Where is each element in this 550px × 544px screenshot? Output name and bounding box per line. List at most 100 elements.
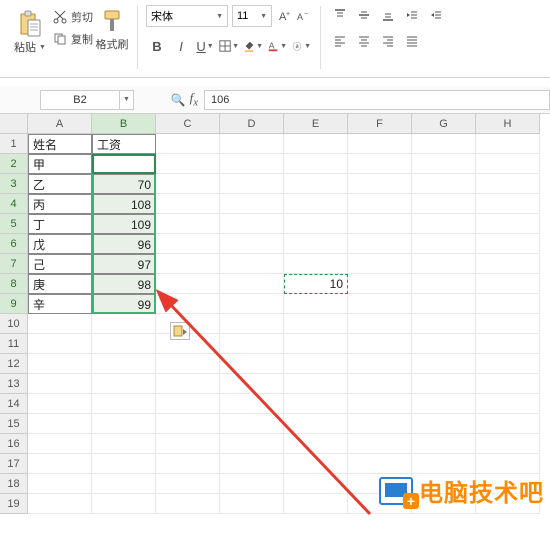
cell[interactable]: [28, 494, 92, 514]
cell[interactable]: [220, 174, 284, 194]
cell[interactable]: [476, 294, 540, 314]
align-right-button[interactable]: [377, 30, 399, 52]
align-top-button[interactable]: [329, 4, 351, 26]
cell[interactable]: [156, 394, 220, 414]
column-header[interactable]: H: [476, 114, 540, 134]
data-cell[interactable]: 乙: [28, 174, 92, 194]
cell[interactable]: [220, 214, 284, 234]
data-cell[interactable]: 戊: [28, 234, 92, 254]
row-header[interactable]: 11: [0, 334, 28, 354]
cell[interactable]: [476, 374, 540, 394]
cell[interactable]: [156, 214, 220, 234]
cell[interactable]: [28, 474, 92, 494]
row-header[interactable]: 9: [0, 294, 28, 314]
cell[interactable]: [348, 434, 412, 454]
cell[interactable]: [412, 214, 476, 234]
font-color-button[interactable]: A ▼: [266, 35, 288, 57]
cell[interactable]: [220, 434, 284, 454]
cell[interactable]: [156, 354, 220, 374]
cell[interactable]: [412, 314, 476, 334]
data-cell[interactable]: 99: [92, 294, 156, 314]
cell[interactable]: [220, 354, 284, 374]
cell[interactable]: [220, 394, 284, 414]
column-header[interactable]: C: [156, 114, 220, 134]
cell[interactable]: [348, 314, 412, 334]
cell[interactable]: [92, 354, 156, 374]
cell[interactable]: [284, 454, 348, 474]
cell[interactable]: [412, 454, 476, 474]
data-cell[interactable]: 70: [92, 174, 156, 194]
cell[interactable]: [284, 174, 348, 194]
row-header[interactable]: 7: [0, 254, 28, 274]
row-header[interactable]: 16: [0, 434, 28, 454]
justify-button[interactable]: [401, 30, 423, 52]
cell[interactable]: [220, 194, 284, 214]
row-header[interactable]: 19: [0, 494, 28, 514]
cell[interactable]: [156, 474, 220, 494]
cell[interactable]: [284, 494, 348, 514]
cell[interactable]: [412, 334, 476, 354]
data-cell[interactable]: 丁: [28, 214, 92, 234]
cell[interactable]: [28, 434, 92, 454]
row-header[interactable]: 14: [0, 394, 28, 414]
cell[interactable]: [348, 254, 412, 274]
column-headers[interactable]: ABCDEFGH: [28, 114, 540, 134]
data-cell[interactable]: 96: [92, 234, 156, 254]
font-name-select[interactable]: 宋体 ▼: [146, 5, 228, 27]
row-header[interactable]: 13: [0, 374, 28, 394]
cell[interactable]: [412, 414, 476, 434]
row-header[interactable]: 5: [0, 214, 28, 234]
cell[interactable]: [284, 434, 348, 454]
row-header[interactable]: 6: [0, 234, 28, 254]
cell[interactable]: [284, 414, 348, 434]
cut-button[interactable]: 剪切: [50, 6, 95, 28]
decrease-indent-button[interactable]: [401, 4, 423, 26]
underline-button[interactable]: U▼: [194, 35, 216, 57]
cell[interactable]: [348, 414, 412, 434]
cell[interactable]: [92, 434, 156, 454]
cell[interactable]: [284, 294, 348, 314]
column-header[interactable]: G: [412, 114, 476, 134]
data-cell[interactable]: 辛: [28, 294, 92, 314]
name-box-dropdown[interactable]: ▼: [120, 90, 134, 110]
decrease-font-button[interactable]: A−: [294, 5, 312, 27]
cell[interactable]: [28, 354, 92, 374]
formula-input[interactable]: 106: [204, 90, 550, 110]
data-cell[interactable]: 甲: [28, 154, 92, 174]
cell[interactable]: [220, 454, 284, 474]
fx-icon[interactable]: fx: [190, 90, 198, 109]
row-header[interactable]: 17: [0, 454, 28, 474]
cell[interactable]: [284, 254, 348, 274]
row-header[interactable]: 12: [0, 354, 28, 374]
cell[interactable]: [348, 374, 412, 394]
cell[interactable]: [476, 274, 540, 294]
cell[interactable]: [348, 174, 412, 194]
name-box[interactable]: B2: [40, 90, 120, 110]
align-center-button[interactable]: [353, 30, 375, 52]
cell[interactable]: [476, 194, 540, 214]
data-cell[interactable]: 108: [92, 194, 156, 214]
cell[interactable]: [92, 334, 156, 354]
cell[interactable]: [156, 454, 220, 474]
cell[interactable]: [28, 394, 92, 414]
cell[interactable]: [476, 134, 540, 154]
cell[interactable]: [156, 414, 220, 434]
cell[interactable]: [348, 274, 412, 294]
data-cell[interactable]: 10: [284, 274, 348, 294]
cell[interactable]: [348, 234, 412, 254]
cell[interactable]: [220, 334, 284, 354]
increase-font-button[interactable]: A+: [276, 5, 294, 27]
cell[interactable]: [156, 494, 220, 514]
cell[interactable]: [156, 434, 220, 454]
data-cell[interactable]: 109: [92, 214, 156, 234]
cell[interactable]: [348, 194, 412, 214]
cell[interactable]: [412, 354, 476, 374]
cell[interactable]: [220, 314, 284, 334]
cell[interactable]: [220, 494, 284, 514]
align-middle-button[interactable]: [353, 4, 375, 26]
cell[interactable]: [156, 234, 220, 254]
phonetic-guide-button[interactable]: ⓐ ▼: [290, 35, 312, 57]
cell[interactable]: [476, 154, 540, 174]
cell[interactable]: [476, 174, 540, 194]
cell[interactable]: [476, 334, 540, 354]
